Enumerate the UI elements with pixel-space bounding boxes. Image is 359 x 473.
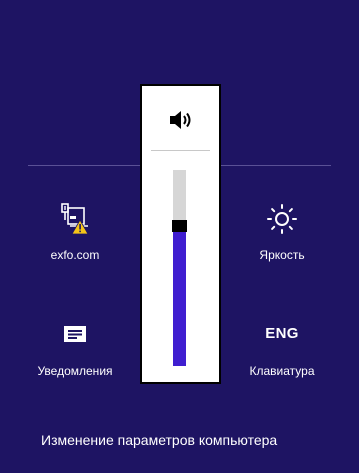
notifications-icon <box>20 318 130 352</box>
network-setting[interactable]: exfo.com <box>20 202 130 262</box>
speaker-icon[interactable] <box>167 106 195 134</box>
keyboard-language-indicator: ENG <box>227 318 337 352</box>
keyboard-setting[interactable]: ENG Клавиатура <box>227 318 337 378</box>
volume-slider-thumb[interactable] <box>172 220 187 232</box>
brightness-icon <box>227 202 337 236</box>
volume-slider[interactable] <box>172 170 187 366</box>
brightness-label: Яркость <box>259 248 305 262</box>
network-warning-icon <box>20 202 130 236</box>
brightness-setting[interactable]: Яркость <box>227 202 337 262</box>
volume-panel <box>140 84 221 384</box>
volume-slider-fill <box>173 232 186 366</box>
notifications-setting[interactable]: Уведомления <box>20 318 130 378</box>
keyboard-label: Клавиатура <box>249 364 315 378</box>
change-pc-settings-link[interactable]: Изменение параметров компьютера <box>41 431 277 449</box>
notifications-label: Уведомления <box>37 364 113 378</box>
network-label: exfo.com <box>50 248 100 262</box>
keyboard-language-value: ENG <box>265 325 299 342</box>
volume-divider <box>151 150 210 151</box>
